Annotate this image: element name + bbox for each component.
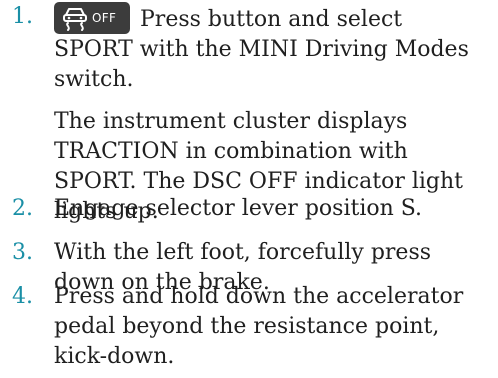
step-text: Engage selector lever position S. — [54, 196, 423, 221]
step-number: 3. — [12, 240, 33, 265]
step-number: 1. — [12, 4, 33, 29]
step-body: Engage selector lever position S. — [54, 194, 486, 224]
dsc-off-button-icon: OFF — [54, 2, 130, 34]
step-body: Press and hold down the accelerator peda… — [54, 282, 486, 372]
step-number: 2. — [12, 196, 33, 221]
step-text: OFF Press button and select SPORT with th… — [54, 2, 486, 95]
car-skid-icon — [63, 8, 87, 31]
step-text: Press and hold down the accelerator peda… — [54, 284, 464, 369]
dsc-off-label: OFF — [92, 11, 117, 25]
step-number: 4. — [12, 284, 33, 309]
